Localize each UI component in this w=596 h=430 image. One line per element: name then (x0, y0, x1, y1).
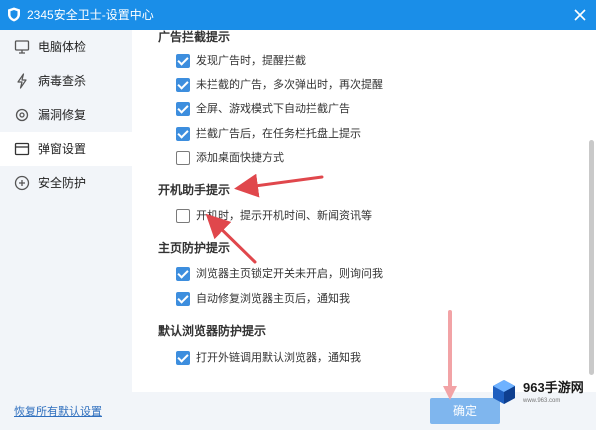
sidebar-item-virus-scan[interactable]: 病毒查杀 (0, 64, 132, 98)
settings-panel: 广告拦截提示 发现广告时，提醒拦截 未拦截的广告，多次弹出时，再次提醒 全屏、游… (132, 30, 596, 390)
checkbox-label: 发现广告时，提醒拦截 (196, 55, 306, 67)
window-title: 2345安全卫士-设置中心 (27, 8, 154, 22)
watermark-url: www.963.com (523, 398, 561, 404)
section-title-homepage-protection: 主页防护提示 (158, 241, 231, 255)
checkbox-checked[interactable] (176, 102, 190, 116)
restore-defaults-link[interactable]: 恢复所有默认设置 (14, 403, 102, 419)
sidebar-item-vulnerability-fix[interactable]: 漏洞修复 (0, 98, 132, 132)
sidebar-item-label: 病毒查杀 (38, 74, 87, 88)
lightning-icon (17, 73, 27, 89)
section-title-boot-assistant: 开机助手提示 (158, 183, 231, 197)
watermark-text: 963手游网 (523, 380, 584, 395)
sidebar-item-pc-checkup[interactable]: 电脑体检 (0, 30, 132, 64)
checkbox-checked[interactable] (176, 267, 190, 281)
watermark: 963手游网 www.963.com (490, 376, 594, 410)
monitor-icon (14, 40, 30, 54)
scrollbar-thumb[interactable] (589, 140, 594, 375)
checkbox-label: 全屏、游戏模式下自动拦截广告 (196, 103, 350, 115)
checkbox-label: 未拦截的广告，多次弹出时，再次提醒 (196, 79, 383, 91)
checkbox-label: 自动修复浏览器主页后，通知我 (196, 293, 350, 305)
sidebar-item-popup-settings[interactable]: 弹窗设置 (0, 132, 132, 166)
shield-plus-icon (14, 175, 30, 191)
sidebar-item-label: 电脑体检 (38, 40, 87, 54)
cube-logo-icon (493, 380, 515, 404)
checkbox-checked[interactable] (176, 127, 190, 141)
section-title-ad-block: 广告拦截提示 (158, 30, 231, 44)
checkbox-checked[interactable] (176, 351, 190, 365)
section-title-default-browser: 默认浏览器防护提示 (158, 324, 267, 338)
shield-logo-icon (8, 7, 20, 22)
checkbox-label: 拦截广告后，在任务栏托盘上提示 (196, 128, 361, 140)
checkbox-unchecked[interactable] (176, 209, 190, 223)
close-icon[interactable] (570, 5, 590, 25)
checkbox-unchecked[interactable] (176, 151, 190, 165)
checkbox-label: 添加桌面快捷方式 (196, 152, 284, 164)
title-bar: 2345安全卫士-设置中心 (0, 0, 596, 30)
checkbox-checked[interactable] (176, 54, 190, 68)
sidebar-item-label: 弹窗设置 (38, 142, 87, 156)
checkbox-checked[interactable] (176, 78, 190, 92)
sidebar: 电脑体检 病毒查杀 漏洞修复 弹窗设置 安全防护 (0, 30, 132, 430)
sidebar-item-label: 安全防护 (38, 176, 87, 190)
checkbox-checked[interactable] (176, 292, 190, 306)
sidebar-item-label: 漏洞修复 (38, 108, 87, 122)
checkbox-label: 开机时，提示开机时间、新闻资讯等 (196, 210, 372, 222)
popup-window-icon (14, 142, 30, 156)
checkbox-label: 打开外链调用默认浏览器，通知我 (196, 352, 361, 364)
repair-icon (15, 108, 29, 122)
checkbox-label: 浏览器主页锁定开关未开启，则询问我 (196, 268, 383, 280)
sidebar-item-security-protection[interactable]: 安全防护 (0, 166, 132, 200)
